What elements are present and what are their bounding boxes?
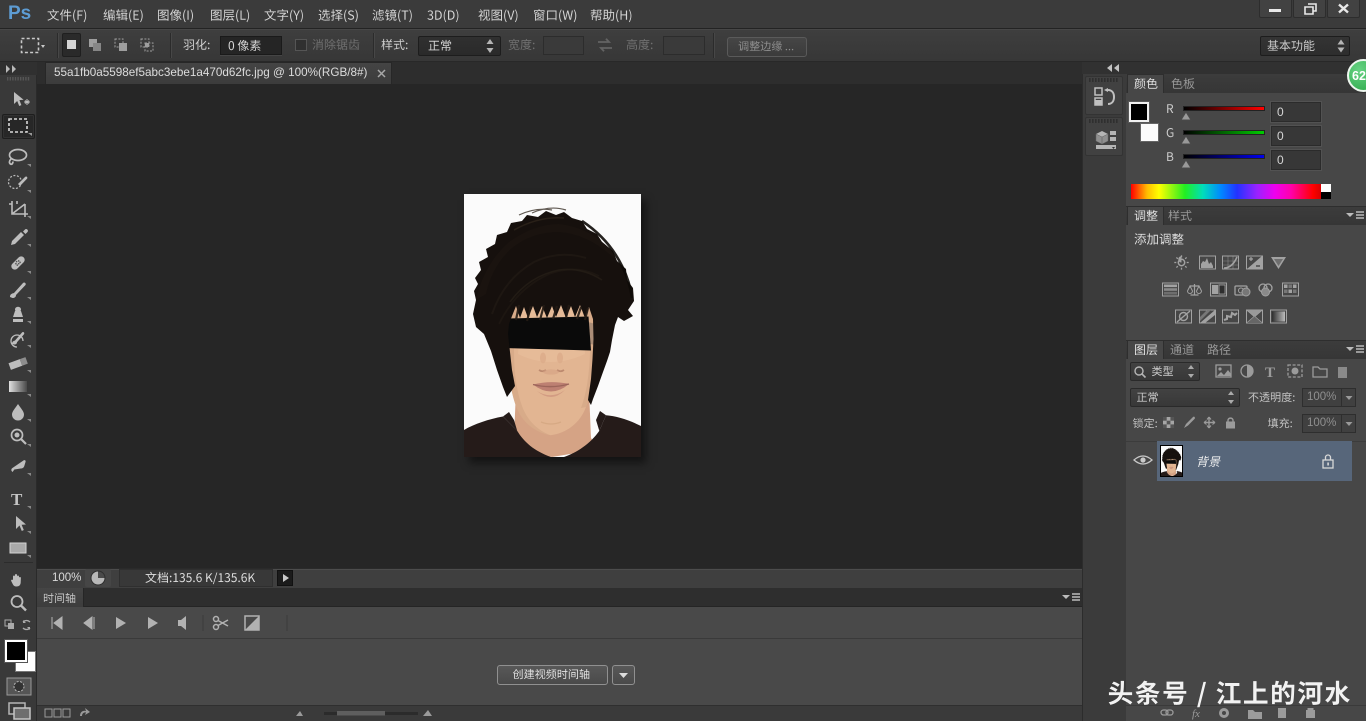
svg-text:fx: fx	[1192, 708, 1200, 720]
svg-text:T: T	[11, 490, 23, 509]
svg-text:T: T	[1265, 365, 1275, 380]
